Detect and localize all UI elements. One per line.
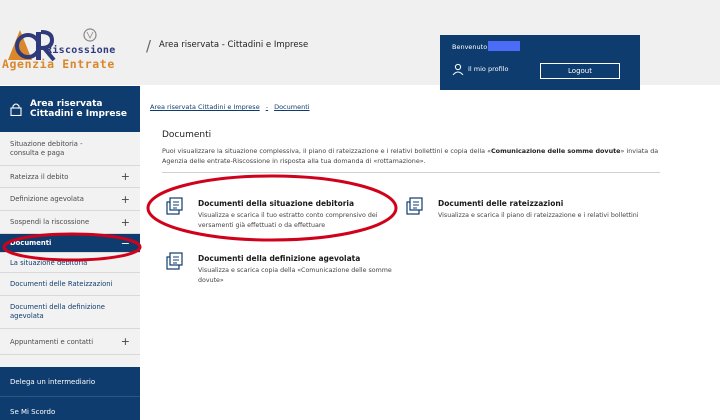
sidebar-item-situazione-debitoria[interactable]: Situazione debitoria - consulta e paga — [0, 132, 140, 166]
user-icon — [452, 63, 464, 75]
sidebar-item-definizione[interactable]: Definizione agevolata + — [0, 188, 140, 211]
sidebar-subitem-situazione[interactable]: La situazione debitoria — [0, 253, 140, 273]
sidebar-item-label: Delega un intermediario — [10, 377, 96, 386]
card-title[interactable]: Documenti delle rateizzazioni — [438, 199, 563, 208]
card-description: Visualizza e scarica copia della «Comuni… — [198, 267, 392, 284]
logo-wordmark-bottom: Agenzia Entrate — [2, 57, 115, 71]
sidebar-item-label: Documenti — [10, 239, 52, 247]
sidebar-header: Area riservata Cittadini e Imprese — [0, 86, 140, 132]
page-title: Documenti — [162, 130, 212, 140]
logout-button[interactable]: Logout — [540, 63, 620, 79]
sidebar-item-label: Se Mi Scordo — [10, 407, 56, 416]
expand-icon[interactable]: + — [121, 170, 130, 183]
sidebar-spacer — [0, 355, 140, 367]
sidebar-item-appuntamenti[interactable]: Appuntamenti e contatti + — [0, 329, 140, 355]
page-description: Puoi visualizzare la situazione compless… — [162, 147, 667, 166]
sidebar-item-label: Situazione debitoria - consulta e paga — [10, 139, 83, 157]
card-description: Visualizza e scarica il piano di rateizz… — [438, 212, 639, 219]
welcome-label: Benvenuto — [452, 43, 488, 51]
sidebar-item-delega[interactable]: Delega un intermediario — [0, 367, 140, 397]
sidebar: Area riservata Cittadini e Imprese Situa… — [0, 86, 140, 420]
breadcrumb: Area riservata Cittadini e Imprese - Doc… — [150, 103, 310, 111]
document-icon — [166, 197, 183, 215]
agency-logo[interactable]: Riscossione Agenzia Entrate — [0, 22, 140, 82]
sidebar-item-rateizza[interactable]: Rateizza il debito + — [0, 166, 140, 188]
lock-icon — [10, 103, 22, 116]
card-title[interactable]: Documenti della situazione debitoria — [198, 199, 354, 208]
logo-wordmark-top: Riscossione — [46, 45, 116, 56]
description-text: Puoi visualizzare la situazione compless… — [162, 147, 491, 155]
sidebar-title-line1: Area riservata — [30, 99, 103, 109]
sidebar-item-label: La situazione debitoria — [10, 258, 88, 267]
document-icon — [406, 197, 423, 215]
sidebar-item-label: Sospendi la riscossione — [10, 218, 90, 226]
profile-link[interactable]: Il mio profilo — [452, 63, 508, 75]
header-section-title: Area riservata - Cittadini e Imprese — [159, 40, 309, 50]
expand-icon[interactable]: + — [121, 216, 130, 229]
description-bold: Comunicazione delle somme dovute — [490, 147, 621, 155]
expand-icon[interactable]: + — [121, 335, 130, 348]
sidebar-item-label: Appuntamenti e contatti — [10, 337, 94, 346]
sidebar-item-documenti[interactable]: Documenti − — [0, 234, 140, 253]
profile-label: Il mio profilo — [468, 65, 509, 73]
sidebar-item-label: Definizione agevolata — [10, 195, 84, 203]
sidebar-subitem-definizione[interactable]: Documenti della definizione agevolata — [0, 296, 140, 329]
card-description: Visualizza e scarica il tuo estratto con… — [198, 212, 378, 229]
breadcrumb-current-link[interactable]: Documenti — [274, 103, 309, 111]
header-separator: / — [146, 37, 152, 55]
expand-icon[interactable]: + — [121, 193, 130, 206]
breadcrumb-separator: - — [265, 103, 269, 111]
username-highlight — [488, 41, 520, 51]
sidebar-title-line2: Cittadini e Imprese — [30, 109, 127, 119]
card-title[interactable]: Documenti della definizione agevolata — [198, 254, 360, 263]
user-box: Benvenuto Il mio profilo Logout — [440, 35, 640, 90]
breadcrumb-root-link[interactable]: Area riservata Cittadini e Imprese — [150, 103, 260, 111]
card-rateizzazioni[interactable]: Documenti delle rateizzazioni Visualizza… — [406, 197, 676, 237]
card-definizione-agevolata[interactable]: Documenti della definizione agevolata Vi… — [166, 252, 416, 292]
document-icon — [166, 252, 183, 270]
sidebar-item-sospendi[interactable]: Sospendi la riscossione + — [0, 211, 140, 234]
card-situazione-debitoria[interactable]: Documenti della situazione debitoria Vis… — [166, 197, 416, 237]
top-strip — [0, 0, 720, 10]
site-header: Riscossione Agenzia Entrate / Area riser… — [0, 10, 720, 90]
sidebar-item-label: Documenti della definizione agevolata — [10, 303, 105, 320]
collapse-icon[interactable]: − — [121, 237, 130, 250]
sidebar-item-label: Documenti delle Rateizzazioni — [10, 280, 113, 288]
sidebar-subitem-rateizzazioni[interactable]: Documenti delle Rateizzazioni — [0, 273, 140, 296]
sidebar-item-se-mi-scordo[interactable]: Se Mi Scordo — [0, 397, 140, 420]
content-divider — [162, 172, 660, 173]
sidebar-item-label: Rateizza il debito — [10, 172, 69, 181]
